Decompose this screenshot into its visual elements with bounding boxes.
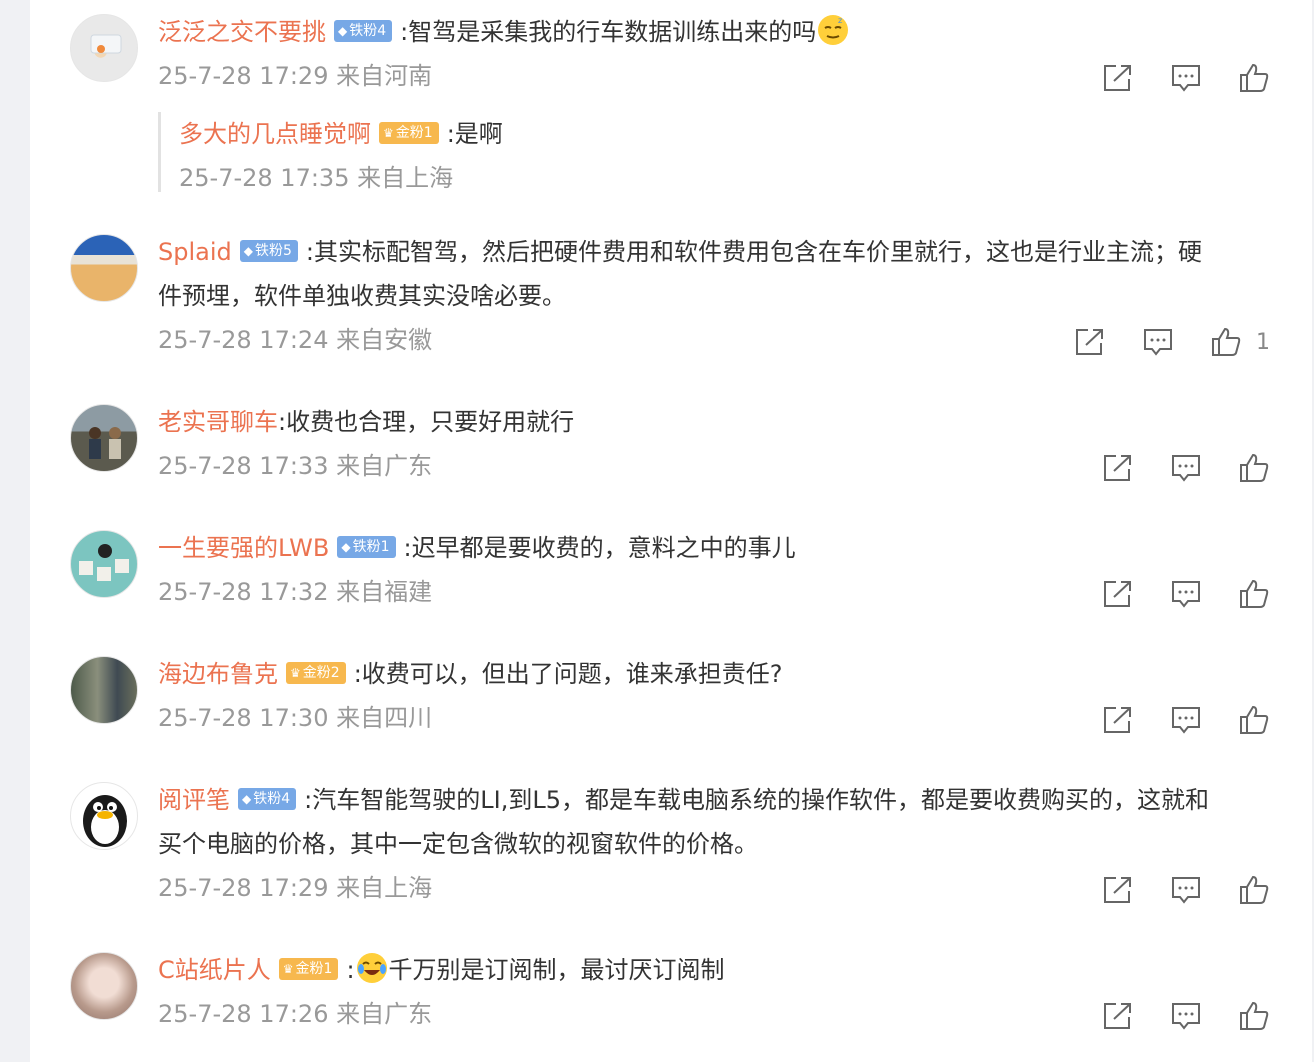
share-button[interactable] (1102, 705, 1134, 735)
fan-badge[interactable]: ◆ 铁粉5 (239, 240, 298, 262)
username-link[interactable]: C站纸片人 (158, 956, 271, 984)
reply-meta: 25-7-28 17:35 来自上海 (179, 164, 454, 192)
comment-icon (1172, 581, 1200, 608)
comment-item: 海边布鲁克 ♛ 金粉2:收费可以，但出了问题，谁来承担责任? 25-7-28 17:… (30, 652, 1312, 752)
comment-button[interactable] (1170, 1001, 1202, 1031)
like-button[interactable] (1238, 705, 1270, 735)
comment-button[interactable] (1170, 705, 1202, 735)
username-link[interactable]: 海边布鲁克 (158, 660, 278, 688)
comment-item: 泛泛之交不要挑 ◆ 铁粉4:智驾是采集我的行车数据训练出来的吗 z 25-7-28 1… (30, 10, 1312, 110)
thumbs-up-icon (1240, 875, 1269, 904)
sleepy-emoji-icon: z (818, 15, 849, 45)
comment-button[interactable] (1142, 327, 1174, 357)
comment-icon (1172, 877, 1200, 904)
share-icon (1076, 329, 1103, 355)
username-link[interactable]: 阅评笔 (158, 786, 230, 814)
thumbs-up-icon (1240, 1001, 1269, 1030)
comment-text-continued: 买个电脑的价格，其中一定包含微软的视窗软件的价格。 (158, 830, 758, 858)
comment-list: 泛泛之交不要挑 ◆ 铁粉4:智驾是采集我的行车数据训练出来的吗 z 25-7-28 1… (30, 0, 1312, 1062)
share-icon (1104, 877, 1131, 903)
avatar[interactable] (70, 530, 138, 598)
comment-item: 阅评笔 ◆ 铁粉4:汽车智能驾驶的LI,到L5，都是车载电脑系统的操作软件，都是要收… (30, 778, 1312, 918)
diamond-icon: ◆ (341, 540, 351, 554)
like-button[interactable] (1238, 1001, 1270, 1031)
diamond-icon: ◆ (243, 244, 253, 258)
share-icon (1104, 581, 1131, 607)
fan-badge[interactable]: ♛ 金粉2 (286, 662, 346, 684)
avatar[interactable] (70, 14, 138, 82)
comment-text: 泛泛之交不要挑 ◆ 铁粉4:智驾是采集我的行车数据训练出来的吗 z (158, 10, 1268, 54)
avatar[interactable] (70, 952, 138, 1020)
comment-icon (1172, 65, 1200, 92)
thumbs-up-icon (1240, 579, 1269, 608)
comment-text: 一生要强的LWB ◆ 铁粉1:迟早都是要收费的，意料之中的事儿 (158, 534, 796, 562)
comment-text-continued: 件预埋，软件单独收费其实没啥必要。 (158, 282, 566, 310)
avatar[interactable] (70, 404, 138, 472)
diamond-icon: ◆ (338, 24, 348, 38)
comment-text: 海边布鲁克 ♛ 金粉2:收费可以，但出了问题，谁来承担责任? (158, 660, 783, 688)
share-button[interactable] (1102, 453, 1134, 483)
share-button[interactable] (1102, 63, 1134, 93)
share-button[interactable] (1102, 579, 1134, 609)
fan-badge[interactable]: ◆ 铁粉4 (334, 20, 393, 42)
comment-icon (1144, 329, 1172, 356)
comment-button[interactable] (1170, 453, 1202, 483)
comment-icon (1172, 707, 1200, 734)
like-button[interactable] (1238, 453, 1270, 483)
svg-text:z: z (838, 16, 842, 25)
share-icon (1104, 455, 1131, 481)
comment-icon (1172, 455, 1200, 482)
crown-icon: ♛ (282, 962, 294, 976)
like-count: 1 (1256, 329, 1270, 355)
crown-icon: ♛ (290, 666, 301, 680)
share-button[interactable] (1102, 875, 1134, 905)
fan-badge[interactable]: ♛ 金粉1 (379, 122, 439, 144)
crown-icon: ♛ (383, 126, 394, 140)
thumbs-up-icon (1212, 327, 1241, 356)
username-link[interactable]: 多大的几点睡觉啊 (179, 120, 371, 148)
fan-badge[interactable]: ◆ 铁粉4 (238, 788, 297, 810)
like-button[interactable]: 1 (1210, 327, 1270, 357)
fan-badge[interactable]: ◆ 铁粉1 (337, 536, 396, 558)
comment-item: Splaid ◆ 铁粉5:其实标配智驾，然后把硬件费用和软件费用包含在车价里就行，这… (30, 230, 1312, 370)
avatar[interactable] (70, 782, 138, 850)
laughing-tears-emoji-icon (356, 953, 387, 983)
comment-icon (1172, 1003, 1200, 1030)
username-link[interactable]: 泛泛之交不要挑 (158, 18, 326, 46)
like-button[interactable] (1238, 63, 1270, 93)
reply-item: 多大的几点睡觉啊 ♛ 金粉1:是啊 25-7-28 17:35 来自上海 (158, 112, 503, 192)
comment-text: Splaid ◆ 铁粉5:其实标配智驾，然后把硬件费用和软件费用包含在车价里就行，这… (158, 238, 1202, 266)
thumbs-up-icon (1240, 453, 1269, 482)
fan-badge[interactable]: ♛ 金粉1 (278, 958, 339, 980)
comment-item: 一生要强的LWB ◆ 铁粉1:迟早都是要收费的，意料之中的事儿 25-7-28 17… (30, 526, 1312, 626)
avatar[interactable] (70, 656, 138, 724)
share-icon (1104, 1003, 1131, 1029)
avatar[interactable] (70, 234, 138, 302)
comment-button[interactable] (1170, 875, 1202, 905)
username-link[interactable]: 老实哥聊车 (158, 408, 278, 436)
comment-text: C站纸片人 ♛ 金粉1: 千万别是订阅制，最讨厌订阅制 (158, 948, 1268, 992)
comment-button[interactable] (1170, 63, 1202, 93)
share-button[interactable] (1102, 1001, 1134, 1031)
comment-item: 老实哥聊车:收费也合理，只要好用就行 25-7-28 17:33 来自广东 (30, 400, 1312, 500)
comment-text: 老实哥聊车:收费也合理，只要好用就行 (158, 408, 575, 436)
diamond-icon: ◆ (242, 792, 252, 806)
thumbs-up-icon (1240, 63, 1269, 92)
thumbs-up-icon (1240, 705, 1269, 734)
comment-item: C站纸片人 ♛ 金粉1: 千万别是订阅制，最讨厌订阅制 25-7-28 17:26 来… (30, 948, 1312, 1048)
comment-text: 阅评笔 ◆ 铁粉4:汽车智能驾驶的LI,到L5，都是车载电脑系统的操作软件，都是要收… (158, 786, 1209, 814)
comment-button[interactable] (1170, 579, 1202, 609)
like-button[interactable] (1238, 579, 1270, 609)
share-icon (1104, 707, 1131, 733)
username-link[interactable]: 一生要强的LWB (158, 534, 329, 562)
username-link[interactable]: Splaid (158, 238, 232, 266)
reply-text: 多大的几点睡觉啊 ♛ 金粉1:是啊 (179, 120, 503, 148)
share-icon (1104, 65, 1131, 91)
like-button[interactable] (1238, 875, 1270, 905)
share-button[interactable] (1074, 327, 1106, 357)
